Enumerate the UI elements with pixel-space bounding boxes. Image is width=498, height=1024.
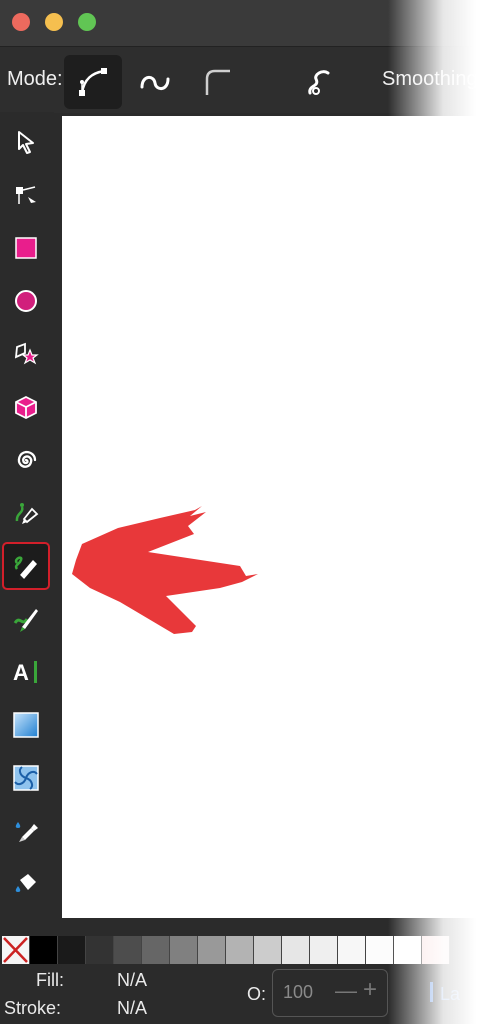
shape-button[interactable]: [290, 55, 348, 109]
shape-icon: [308, 70, 330, 95]
selector-tool[interactable]: [4, 120, 48, 164]
no-paint-swatch[interactable]: [2, 936, 30, 964]
text-tool[interactable]: A: [4, 650, 48, 694]
text-icon: A: [13, 660, 37, 685]
color-swatch[interactable]: [338, 936, 366, 964]
opacity-spinbox[interactable]: 100 — +: [272, 969, 388, 1017]
close-window-button[interactable]: [12, 13, 30, 31]
paint-bucket-icon: [15, 874, 36, 892]
spiral-tool[interactable]: [4, 438, 48, 482]
color-swatch[interactable]: [254, 936, 282, 964]
star-polygon-icon: [14, 342, 39, 365]
title-bar: [0, 0, 498, 46]
minimize-window-button[interactable]: [45, 13, 63, 31]
tool-controls-bar: Mode: Smoothing:: [0, 46, 498, 113]
color-swatch[interactable]: [310, 936, 338, 964]
color-swatch[interactable]: [58, 936, 86, 964]
node-tool[interactable]: [4, 173, 48, 217]
bezier-mode-icon: [79, 68, 107, 96]
decrement-button[interactable]: —: [335, 978, 357, 1004]
smoothing-label: Smoothing:: [382, 68, 484, 90]
color-swatch[interactable]: [198, 936, 226, 964]
mesh-icon: [13, 765, 39, 791]
maximize-window-button[interactable]: [78, 13, 96, 31]
selector-arrow-icon: [18, 131, 34, 154]
gradient-tool[interactable]: [4, 703, 48, 747]
mode-label: Mode:: [7, 68, 63, 90]
dropper-tool[interactable]: [4, 809, 48, 853]
stroke-value[interactable]: N/A: [117, 998, 147, 1019]
fill-value[interactable]: N/A: [117, 970, 147, 991]
star-tool[interactable]: [4, 332, 48, 376]
bezier-mode-button[interactable]: [64, 55, 122, 109]
ellipse-tool[interactable]: [4, 279, 48, 323]
color-palette: [0, 936, 498, 964]
bezier-pen-tool[interactable]: [4, 491, 48, 535]
opacity-label: O:: [247, 984, 267, 1004]
color-swatch[interactable]: [394, 936, 422, 964]
red-pointer-arrow-icon: [72, 506, 258, 634]
no-paint-icon: [2, 936, 29, 964]
calligraphy-tool[interactable]: [4, 597, 48, 641]
rectangle-tool[interactable]: [4, 226, 48, 270]
calligraphy-brush-icon: [13, 609, 38, 632]
pencil-icon: [14, 556, 37, 580]
spiro-mode-icon: [140, 76, 170, 90]
opacity-value[interactable]: 100: [283, 982, 313, 1003]
toolbox: A: [0, 112, 54, 918]
color-swatch[interactable]: [226, 936, 254, 964]
gradient-icon: [13, 712, 39, 738]
3d-box-tool[interactable]: [4, 385, 48, 429]
eyedropper-icon: [15, 822, 38, 842]
pen-nib-icon: [15, 503, 39, 524]
color-swatch[interactable]: [30, 936, 58, 964]
stroke-label: Stroke:: [4, 998, 62, 1018]
pencil-tool[interactable]: [2, 542, 50, 590]
color-swatch[interactable]: [366, 936, 394, 964]
color-swatch[interactable]: [422, 936, 450, 964]
circle-icon: [15, 290, 37, 312]
paint-bucket-tool[interactable]: [4, 862, 48, 906]
mesh-tool[interactable]: [4, 756, 48, 800]
color-swatch[interactable]: [282, 936, 310, 964]
status-bar: Fill: N/A Stroke: N/A O: 100 — + La: [0, 964, 498, 1024]
increment-button[interactable]: +: [363, 976, 377, 1004]
svg-text:A: A: [13, 660, 29, 685]
3d-box-icon: [15, 395, 37, 420]
fill-label: Fill:: [36, 970, 64, 990]
bspline-mode-button[interactable]: [188, 55, 246, 109]
layer-label[interactable]: La: [440, 984, 460, 1005]
spiro-mode-button[interactable]: [126, 55, 184, 109]
bspline-mode-icon: [205, 69, 230, 95]
spiral-icon: [17, 450, 37, 468]
layer-indicator: [430, 982, 433, 1002]
color-swatch[interactable]: [114, 936, 142, 964]
color-swatch[interactable]: [86, 936, 114, 964]
rectangle-icon: [15, 237, 37, 259]
color-swatch[interactable]: [170, 936, 198, 964]
color-swatch[interactable]: [142, 936, 170, 964]
node-edit-icon: [16, 186, 36, 204]
drawing-canvas[interactable]: [62, 116, 498, 918]
